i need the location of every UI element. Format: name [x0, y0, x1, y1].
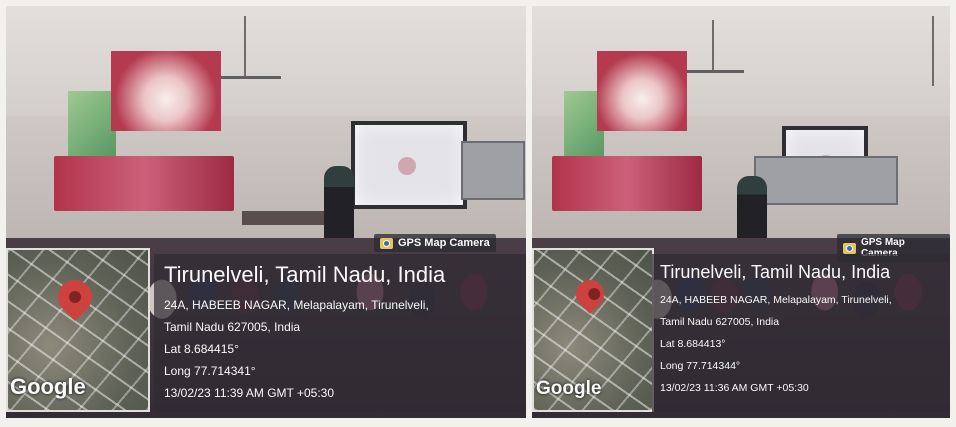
datetime: 13/02/23 11:39 AM GMT +05:30	[164, 386, 335, 400]
ceiling-fan-2	[932, 16, 934, 86]
camera-icon	[843, 242, 856, 254]
green-banner	[68, 91, 116, 161]
whiteboard	[754, 156, 898, 205]
location-info-panel: Tirunelveli, Tamil Nadu, India 24A, HABE…	[154, 254, 526, 412]
stage-backdrop-top	[597, 51, 687, 131]
datetime: 13/02/23 11:36 AM GMT +05:30	[660, 382, 809, 394]
map-thumbnail: Google	[6, 248, 150, 412]
longitude: Long 77.714344°	[660, 360, 741, 372]
ceiling-fan	[712, 20, 714, 70]
fan-blade	[211, 76, 281, 79]
map-pin-icon	[570, 274, 610, 314]
address-line1: 24A, HABEEB NAGAR, Melapalayam, Tirunelv…	[164, 298, 429, 312]
address-line2: Tamil Nadu 627005, India	[164, 320, 301, 334]
camera-icon	[380, 237, 393, 249]
projector-screen	[351, 121, 467, 209]
whiteboard	[461, 141, 525, 200]
event-photo-right: Google GPS Map Camera Tirunelveli, Tamil…	[532, 6, 950, 418]
address-line2: Tamil Nadu 627005, India	[660, 316, 780, 328]
map-thumbnail: Google	[532, 248, 654, 412]
event-photo-left: Google GPS Map Camera Tirunelveli, Tamil…	[6, 6, 526, 418]
stage-backdrop	[552, 156, 702, 211]
latitude: Lat 8.684413°	[660, 338, 726, 350]
fan-blade	[682, 70, 744, 73]
longitude: Long 77.714341°	[164, 364, 256, 378]
desk	[242, 211, 332, 225]
gps-map-camera-tag: GPS Map Camera	[374, 234, 496, 252]
city-title: Tirunelveli, Tamil Nadu, India	[164, 262, 446, 287]
stage-backdrop-top	[111, 51, 221, 131]
latitude: Lat 8.684415°	[164, 342, 239, 356]
stage-backdrop	[54, 156, 234, 211]
gps-tag-label: GPS Map Camera	[398, 237, 490, 249]
city-title: Tirunelveli, Tamil Nadu, India	[660, 262, 891, 282]
location-info-panel: Tirunelveli, Tamil Nadu, India 24A, HABE…	[652, 254, 950, 412]
map-pin-icon	[50, 272, 100, 322]
ceiling-fan	[244, 16, 246, 76]
google-logo: Google	[10, 374, 86, 399]
google-logo: Google	[536, 378, 602, 399]
address-line1: 24A, HABEEB NAGAR, Melapalayam, Tirunelv…	[660, 294, 892, 306]
